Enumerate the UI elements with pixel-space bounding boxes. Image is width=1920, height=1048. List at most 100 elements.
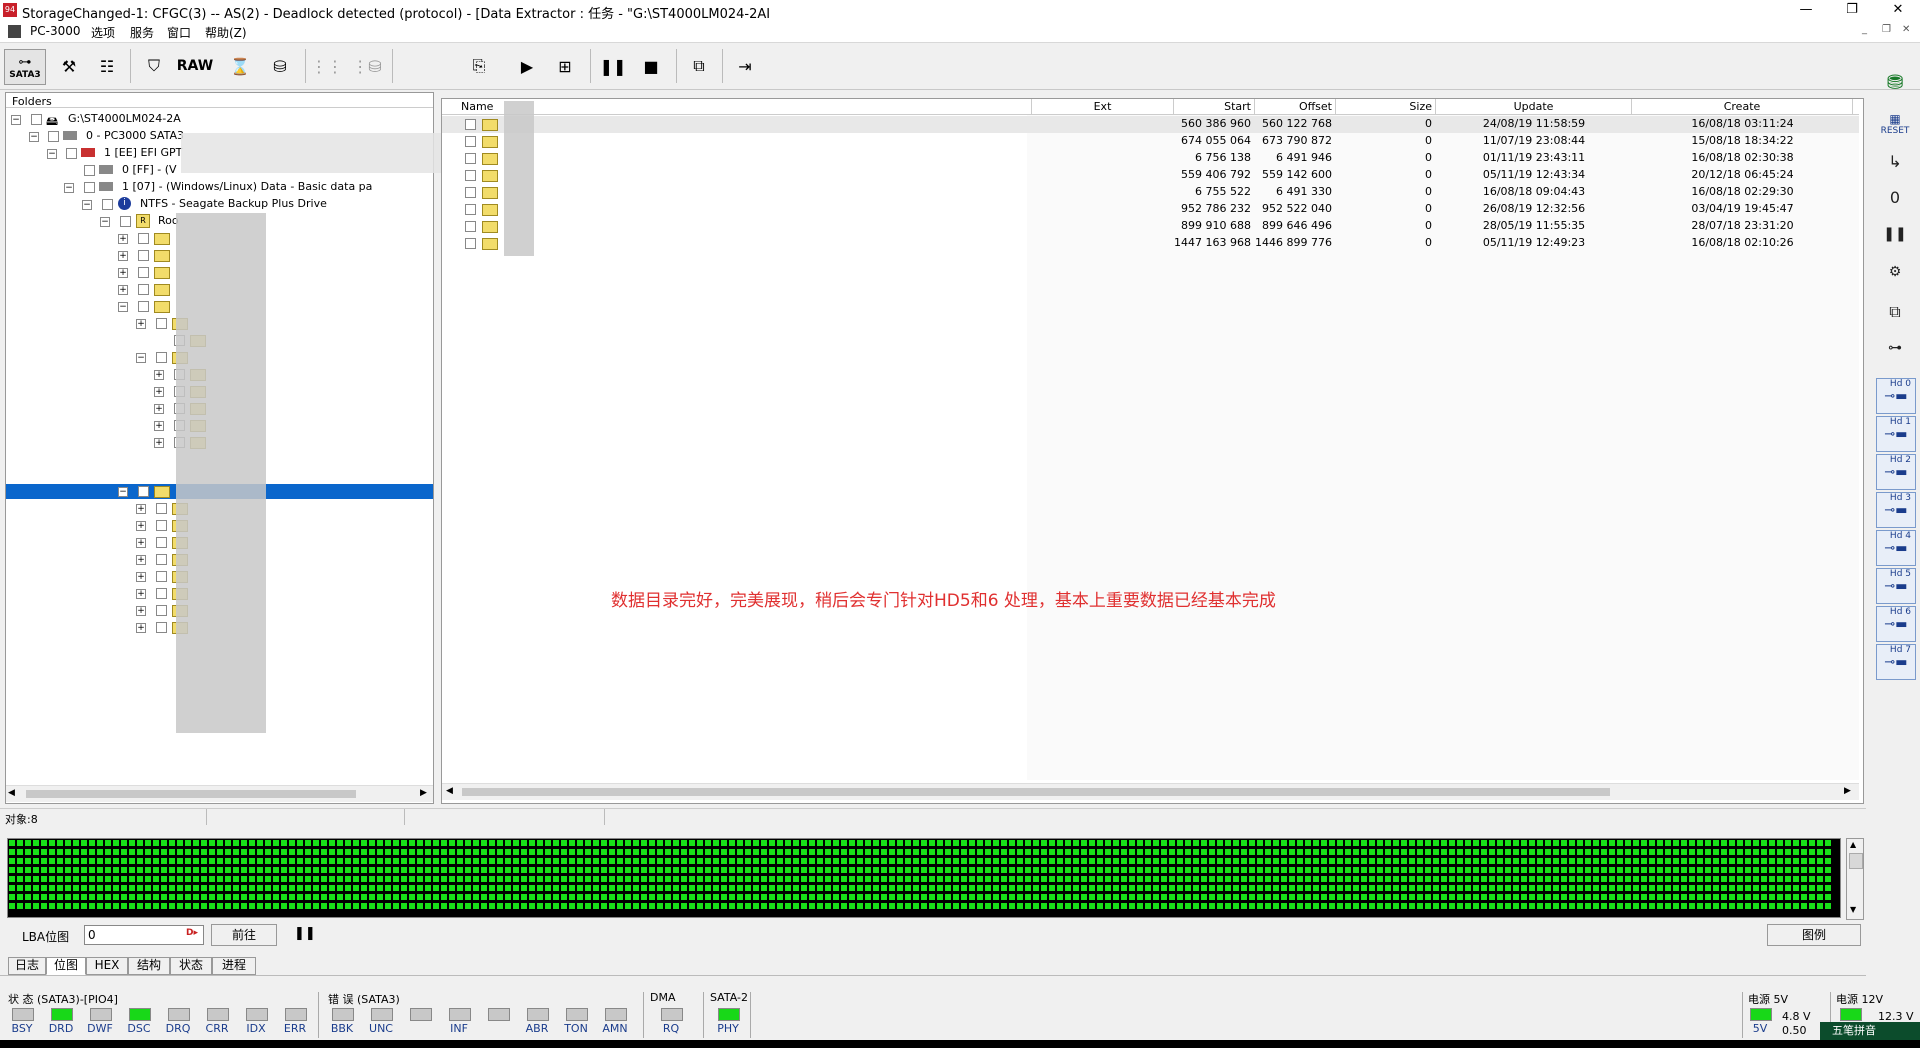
scroll-thumb[interactable]: [462, 788, 1610, 796]
disk-button[interactable]: ⛁: [263, 49, 297, 83]
collapse-toggle[interactable]: −: [47, 149, 57, 159]
expand-toggle[interactable]: +: [154, 404, 164, 414]
tree-checkbox[interactable]: [84, 165, 95, 176]
menu-help[interactable]: 帮助(Z): [205, 24, 247, 41]
tree-checkbox[interactable]: [156, 554, 167, 565]
tree-node-partition-1[interactable]: 1 [07] - (Windows/Linux) Data - Basic da…: [122, 180, 372, 193]
database-button[interactable]: ⛃: [1876, 70, 1914, 104]
tree-node-partition-0[interactable]: 0 [FF] - (V: [122, 163, 177, 176]
connector-button[interactable]: ⊶: [1876, 340, 1914, 374]
hourglass-button[interactable]: ⌛: [223, 49, 257, 83]
tree-node-efi-gpt[interactable]: 1 [EE] EFI GPT: [104, 146, 182, 159]
tree-checkbox[interactable]: [156, 503, 167, 514]
tree-checkbox[interactable]: [48, 131, 59, 142]
play-button[interactable]: ▶: [510, 49, 544, 83]
export-button[interactable]: ⎘: [462, 49, 496, 83]
scroll-left-icon[interactable]: ◀: [8, 788, 15, 798]
tree-checkbox[interactable]: [156, 571, 167, 582]
tab-log[interactable]: 日志: [8, 957, 46, 975]
tree-checkbox[interactable]: [156, 605, 167, 616]
list-h-scrollbar[interactable]: ◀ ▶: [442, 783, 1859, 800]
tab-bitmap[interactable]: 位图: [46, 957, 86, 975]
table-row[interactable]: 6 755 522 6 491 330 0 16/08/18 09:04:43 16/0…: [442, 184, 1859, 201]
row-checkbox[interactable]: [465, 136, 476, 147]
expand-toggle[interactable]: +: [118, 234, 128, 244]
exit-button[interactable]: ⇥: [728, 49, 762, 83]
tree-checkbox[interactable]: [66, 148, 77, 159]
scroll-down-icon[interactable]: ▼: [1850, 905, 1856, 914]
table-row[interactable]: 952 786 232 952 522 040 0 26/08/19 12:32:56…: [442, 201, 1859, 218]
stop-button[interactable]: ■: [634, 49, 668, 83]
collapse-toggle[interactable]: −: [29, 132, 39, 142]
close-button[interactable]: ✕: [1875, 0, 1920, 22]
tree-checkbox[interactable]: [138, 267, 149, 278]
table-row[interactable]: 899 910 688 899 646 496 0 28/05/19 11:55:35…: [442, 218, 1859, 235]
scroll-right-icon[interactable]: ▶: [420, 788, 427, 798]
column-header-ext[interactable]: Ext: [1032, 99, 1174, 114]
expand-toggle[interactable]: +: [136, 589, 146, 599]
hd-5-button[interactable]: Hd 5 ⊸▬: [1876, 568, 1916, 604]
tree-checkbox[interactable]: [138, 301, 149, 312]
column-header-name[interactable]: Name: [458, 99, 1032, 114]
column-header-update[interactable]: Update: [1436, 99, 1632, 114]
expand-toggle[interactable]: +: [136, 504, 146, 514]
expand-toggle[interactable]: +: [136, 538, 146, 548]
tree-checkbox[interactable]: [102, 199, 113, 210]
tab-structure[interactable]: 结构: [128, 957, 170, 975]
expand-toggle[interactable]: +: [154, 387, 164, 397]
tree-checkbox[interactable]: [156, 622, 167, 633]
windows-button[interactable]: ⧉: [682, 49, 716, 83]
row-checkbox[interactable]: [465, 187, 476, 198]
expand-toggle[interactable]: +: [154, 370, 164, 380]
expand-toggle[interactable]: +: [136, 555, 146, 565]
collapse-toggle[interactable]: −: [118, 487, 128, 497]
hd-6-button[interactable]: Hd 6 ⊸▬: [1876, 606, 1916, 642]
row-checkbox[interactable]: [465, 119, 476, 130]
tree-checkbox[interactable]: [120, 216, 131, 227]
hd-3-button[interactable]: Hd 3 ⊸▬: [1876, 492, 1916, 528]
search-button[interactable]: ⛉: [137, 49, 171, 83]
mdi-restore-button[interactable]: ❐: [1882, 24, 1891, 35]
folders-h-scrollbar[interactable]: ◀ ▶: [6, 785, 433, 802]
tree-node-ntfs[interactable]: NTFS - Seagate Backup Plus Drive: [140, 197, 327, 210]
tree-checkbox[interactable]: [138, 233, 149, 244]
tree-checkbox[interactable]: [31, 114, 42, 125]
row-checkbox[interactable]: [465, 238, 476, 249]
tree-node-pc3000[interactable]: 0 - PC3000 SATA3: [86, 129, 184, 142]
pause-button[interactable]: ❚❚: [596, 49, 630, 83]
table-row[interactable]: 560 386 960 560 122 768 0 24/08/19 11:58:59…: [442, 116, 1859, 133]
collapse-toggle[interactable]: −: [64, 183, 74, 193]
scroll-thumb[interactable]: [1849, 853, 1863, 869]
hd-1-button[interactable]: Hd 1 ⊸▬: [1876, 416, 1916, 452]
tab-process[interactable]: 进程: [212, 957, 256, 975]
tree-checkbox[interactable]: [138, 250, 149, 261]
column-header-size[interactable]: Size: [1336, 99, 1436, 114]
collapse-toggle[interactable]: −: [136, 353, 146, 363]
pause-icon[interactable]: ❚❚: [294, 926, 316, 941]
hd-0-button[interactable]: Hd 0 ⊸▬: [1876, 378, 1916, 414]
expand-toggle[interactable]: +: [154, 438, 164, 448]
expand-toggle[interactable]: +: [136, 572, 146, 582]
tree-checkbox[interactable]: [156, 588, 167, 599]
minimize-button[interactable]: —: [1783, 0, 1829, 22]
config-button[interactable]: ⚙: [1876, 264, 1914, 298]
row-checkbox[interactable]: [465, 221, 476, 232]
power-cycle-button[interactable]: ↳: [1876, 152, 1914, 186]
collapse-toggle[interactable]: −: [11, 115, 21, 125]
expand-toggle[interactable]: +: [136, 521, 146, 531]
column-header-offset[interactable]: Offset: [1255, 99, 1336, 114]
menu-window[interactable]: 窗口: [167, 24, 191, 41]
sata3-button[interactable]: ⊶ SATA3: [4, 49, 46, 85]
table-row[interactable]: 6 756 138 6 491 946 0 01/11/19 23:43:11 16/0…: [442, 150, 1859, 167]
hd-2-button[interactable]: Hd 2 ⊸▬: [1876, 454, 1916, 490]
row-checkbox[interactable]: [465, 170, 476, 181]
table-row[interactable]: 674 055 064 673 790 872 0 11/07/19 23:08:44…: [442, 133, 1859, 150]
maximize-button[interactable]: ❐: [1829, 0, 1875, 22]
hd-7-button[interactable]: Hd 7 ⊸▬: [1876, 644, 1916, 680]
tools-button[interactable]: ⚒: [52, 49, 86, 83]
script-button[interactable]: ☷: [90, 49, 124, 83]
scroll-thumb[interactable]: [26, 790, 356, 798]
tree-disk-button[interactable]: ⋮⛁: [350, 49, 384, 83]
tree-node-drive[interactable]: G:\ST4000LM024-2A: [68, 112, 181, 125]
expand-toggle[interactable]: +: [136, 606, 146, 616]
